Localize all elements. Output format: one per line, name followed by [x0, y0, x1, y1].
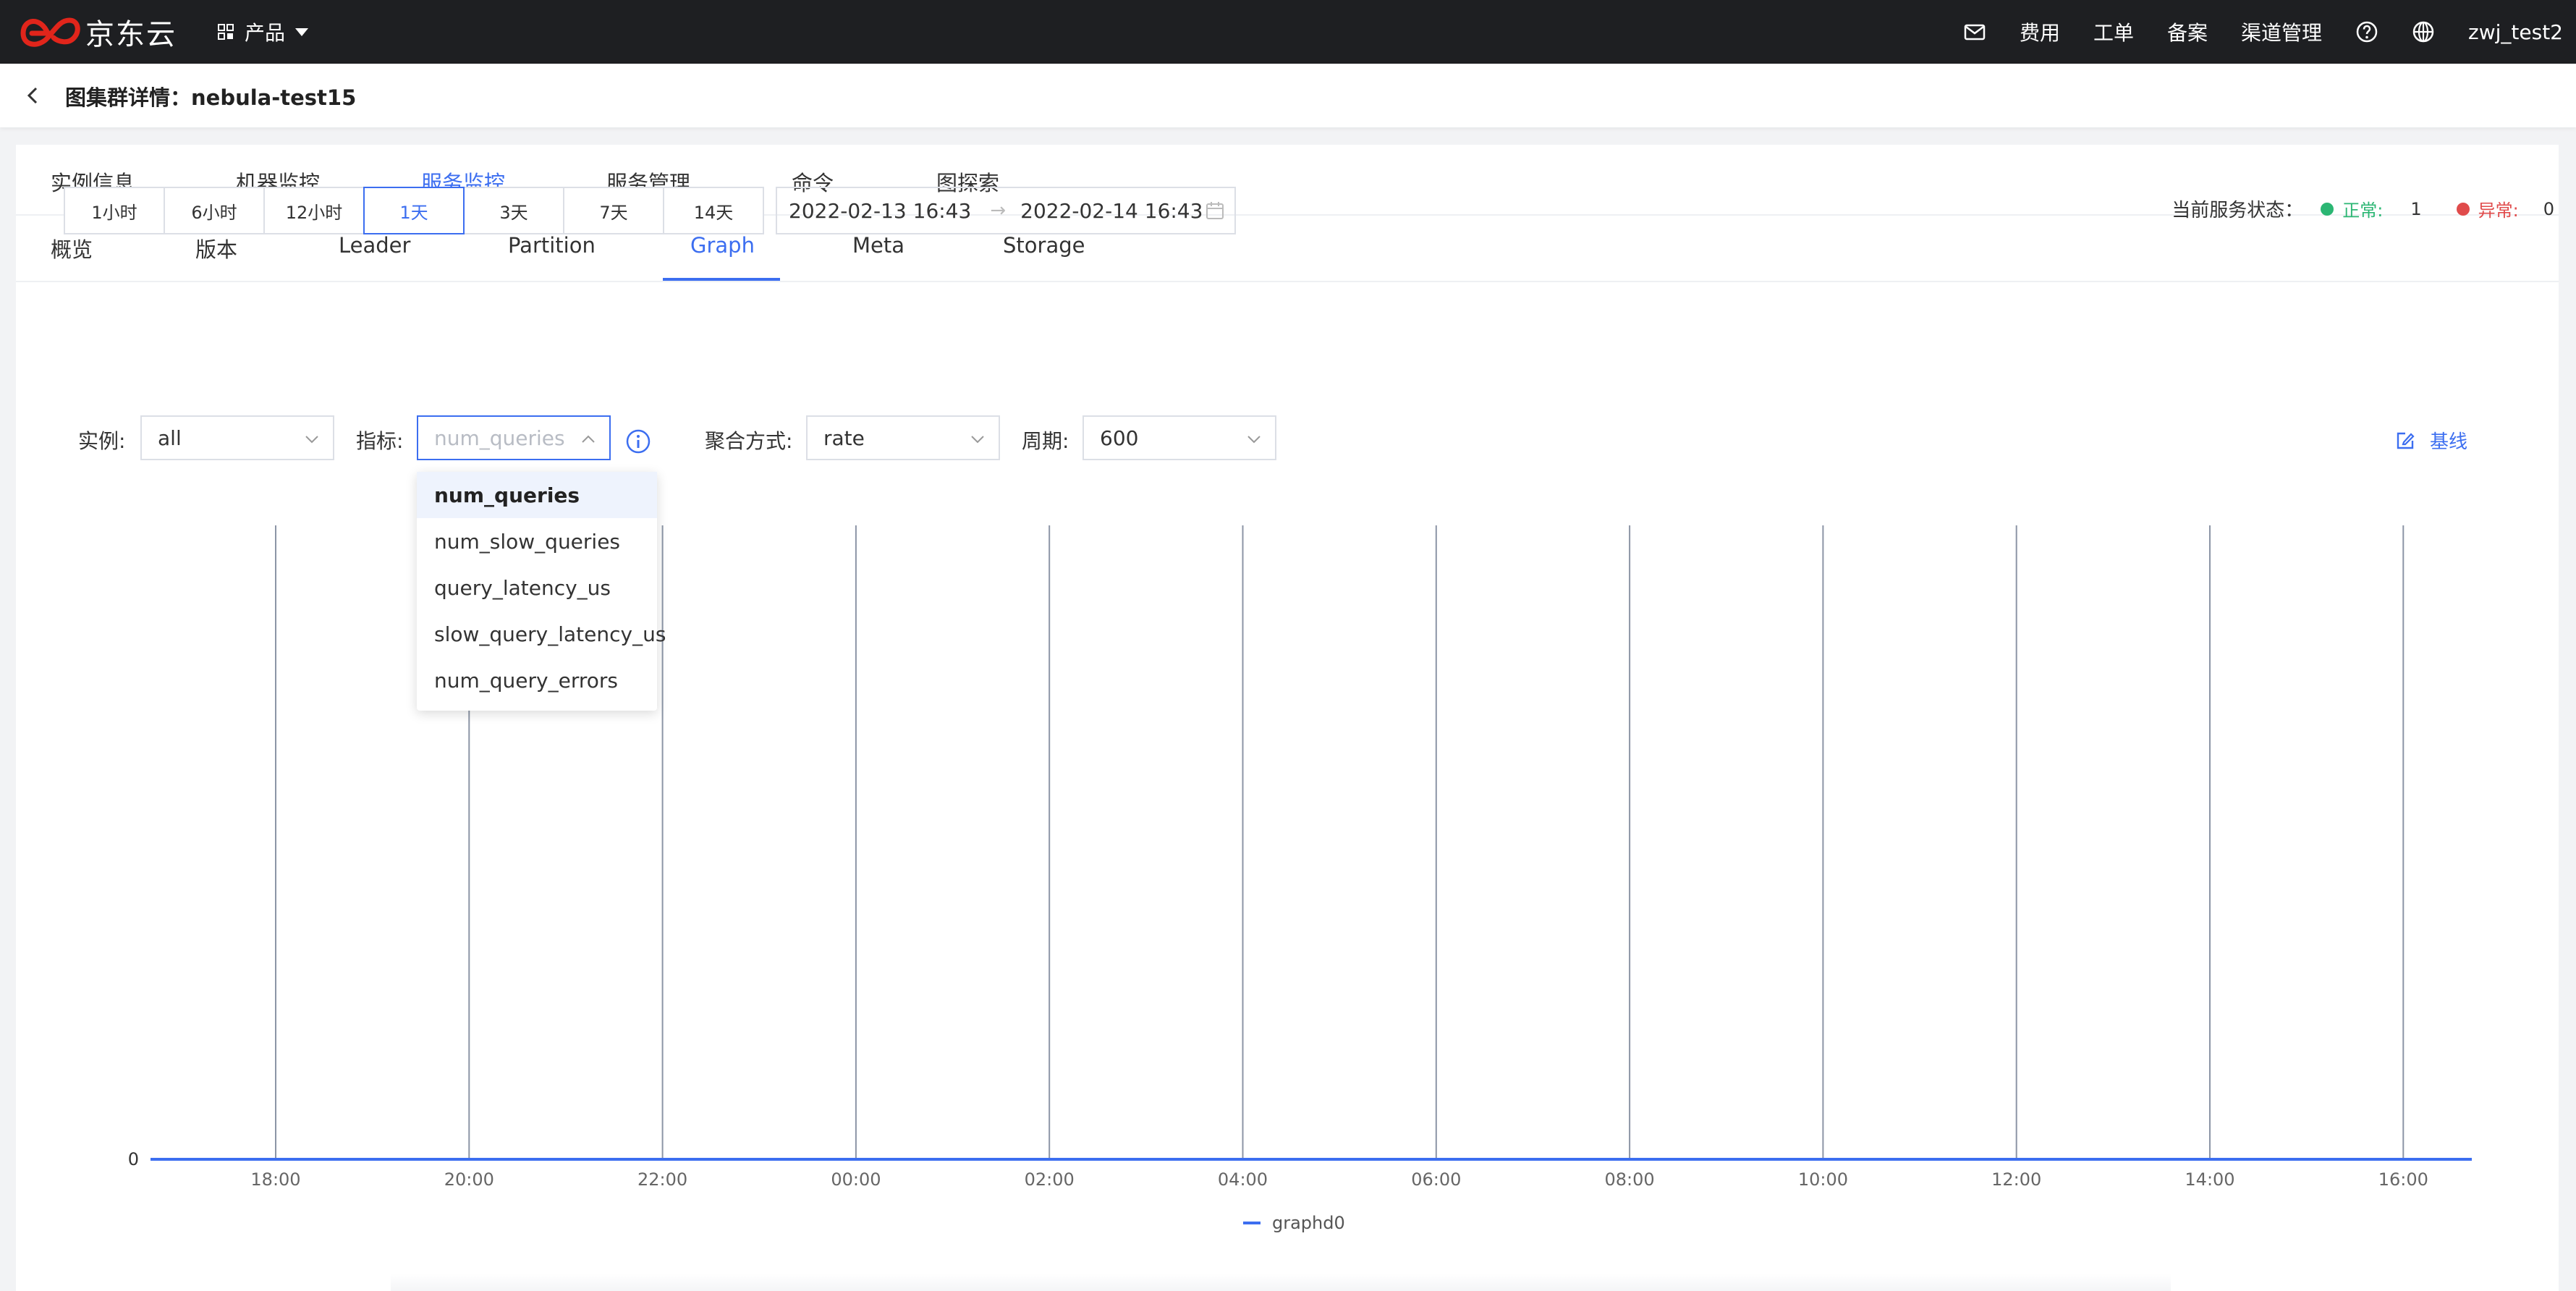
logo-text: 京东云	[85, 18, 177, 51]
date-end[interactable]: 2022-02-14 16:43	[1020, 199, 1203, 223]
subtab-storage[interactable]: Storage	[1003, 233, 1085, 258]
range-6h-button[interactable]: 6小时	[164, 187, 265, 234]
period-label: 周期:	[1022, 429, 1069, 453]
main-card: 实例信息 机器监控 服务监控 服务管理 命令 图探索 概览 版本 Leader …	[16, 145, 2559, 1291]
mail-icon[interactable]	[1963, 20, 1986, 43]
date-start[interactable]: 2022-02-13 16:43	[789, 199, 971, 223]
chevron-up-icon	[582, 435, 595, 443]
calendar-icon	[1206, 202, 1224, 219]
metric-option-num-slow-queries[interactable]: num_slow_queries	[417, 518, 657, 564]
metric-option-slow-query-latency-us[interactable]: slow_query_latency_us	[417, 611, 666, 657]
globe-icon[interactable]	[2412, 20, 2435, 43]
status-error-dot	[2456, 202, 2470, 216]
range-1d-button[interactable]: 1天	[363, 187, 465, 234]
aggregation-select-value: rate	[823, 426, 865, 450]
service-status: 当前服务状态： 正常: 1 异常: 0	[2172, 195, 2554, 222]
back-arrow-icon[interactable]	[22, 82, 43, 109]
subtab-meta[interactable]: Meta	[852, 233, 904, 258]
logo[interactable]: 京东云	[19, 9, 177, 55]
product-menu-label: 产品	[245, 21, 286, 45]
footer-shadow	[391, 1274, 2171, 1291]
range-14d-button[interactable]: 14天	[663, 187, 764, 234]
baseline-label: 基线	[2430, 431, 2468, 453]
top-navbar: 京东云 产品 费用 工单 备案 渠道管理 zwj_test2	[0, 0, 2576, 64]
period-select[interactable]: 600	[1082, 415, 1276, 460]
aggregation-label: 聚合方式:	[705, 429, 793, 453]
chevron-down-icon	[971, 436, 984, 444]
time-range-group: 1小时 6小时 12小时 1天 3天 7天 14天	[64, 187, 764, 234]
user-menu[interactable]: zwj_test2	[2468, 20, 2563, 44]
status-error-count: 0	[2543, 198, 2554, 219]
date-range-picker[interactable]: 2022-02-13 16:43 → 2022-02-14 16:43	[776, 187, 1236, 234]
page-header: 图集群详情：nebula-test15	[0, 64, 2576, 127]
grid-icon	[218, 24, 234, 40]
chevron-down-icon	[1247, 436, 1261, 444]
caret-down-icon	[295, 27, 309, 36]
subtab-partition[interactable]: Partition	[508, 233, 596, 258]
active-subtab-indicator	[663, 278, 780, 281]
subtab-version[interactable]: 版本	[195, 233, 237, 263]
period-select-value: 600	[1100, 426, 1139, 450]
metric-select-placeholder: num_queries	[434, 426, 565, 450]
range-12h-button[interactable]: 12小时	[263, 187, 365, 234]
aggregation-select[interactable]: rate	[806, 415, 1000, 460]
baseline-button[interactable]: 基线	[2395, 427, 2467, 454]
chevron-down-icon	[305, 436, 318, 444]
status-error-label: 异常:	[2478, 200, 2519, 221]
edit-icon	[2397, 432, 2415, 449]
service-status-label: 当前服务状态：	[2172, 200, 2304, 221]
metric-option-num-query-errors[interactable]: num_query_errors	[417, 657, 657, 703]
product-menu[interactable]: 产品	[217, 14, 309, 49]
subtab-graph[interactable]: Graph	[690, 233, 755, 258]
nav-item-billing[interactable]: 费用	[2020, 17, 2060, 46]
range-7d-button[interactable]: 7天	[563, 187, 664, 234]
nav-item-tickets[interactable]: 工单	[2093, 17, 2134, 46]
nav-item-icp[interactable]: 备案	[2167, 17, 2208, 46]
status-ok-label: 正常:	[2342, 200, 2384, 221]
nav-item-channel[interactable]: 渠道管理	[2241, 17, 2322, 46]
page-title: 图集群详情：nebula-test15	[65, 85, 357, 110]
metric-option-num-queries[interactable]: num_queries	[417, 472, 657, 518]
subtab-leader[interactable]: Leader	[339, 233, 410, 258]
instance-select[interactable]: all	[140, 415, 334, 460]
range-3d-button[interactable]: 3天	[463, 187, 564, 234]
status-ok-count: 1	[2410, 198, 2422, 219]
range-1h-button[interactable]: 1小时	[64, 187, 165, 234]
instance-label: 实例:	[78, 429, 126, 453]
metric-label: 指标:	[356, 429, 404, 453]
instance-select-value: all	[158, 426, 182, 450]
status-ok-dot	[2321, 202, 2334, 216]
subtab-overview[interactable]: 概览	[51, 233, 93, 263]
info-icon[interactable]	[625, 428, 651, 454]
logo-mark-icon	[20, 17, 80, 47]
help-icon[interactable]	[2355, 20, 2378, 43]
metric-option-query-latency-us[interactable]: query_latency_us	[417, 564, 657, 611]
date-separator: →	[990, 200, 1007, 221]
metric-dropdown: num_queries num_slow_queries query_laten…	[417, 472, 666, 711]
metric-select[interactable]: num_queries	[417, 415, 611, 460]
